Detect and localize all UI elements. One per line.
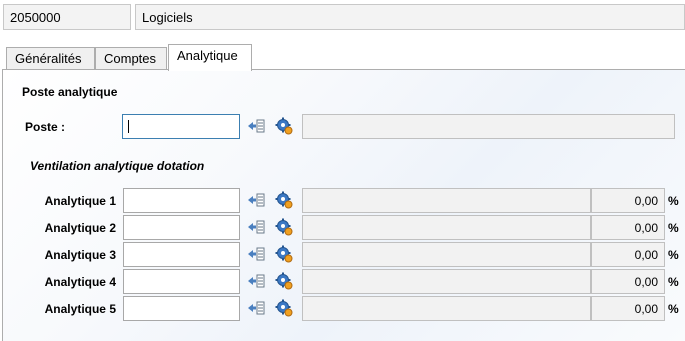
analytique-2-description: [302, 215, 591, 240]
gear-settings-icon[interactable]: [275, 191, 293, 209]
poste-section-title: Poste analytique: [22, 85, 118, 99]
tab-generalites-label: Généralités: [15, 51, 82, 66]
analytique-1-description: [302, 188, 591, 213]
gear-settings-icon[interactable]: [275, 117, 293, 135]
analytique-4-description: [302, 269, 591, 294]
tab-analytique[interactable]: Analytique: [168, 44, 252, 71]
gear-settings-icon[interactable]: [275, 218, 293, 236]
percent-sign: %: [668, 221, 679, 235]
percent-sign: %: [668, 194, 679, 208]
text-caret: [128, 120, 129, 133]
poste-input[interactable]: [122, 114, 240, 139]
analytique-3-label: Analytique 3: [44, 248, 116, 262]
analytique-2-label: Analytique 2: [44, 221, 116, 235]
list-lookup-icon[interactable]: [247, 272, 265, 290]
analytique-4-label: Analytique 4: [44, 275, 116, 289]
poste-label: Poste :: [25, 120, 66, 134]
analytique-5-percent[interactable]: 0,00: [591, 296, 665, 321]
analytique-3-input[interactable]: [123, 242, 240, 267]
analytique-5-input[interactable]: [123, 296, 240, 321]
analytique-5-label: Analytique 5: [44, 302, 116, 316]
analytique-2-percent[interactable]: 0,00: [591, 215, 665, 240]
percent-sign: %: [668, 302, 679, 316]
analytique-4-percent[interactable]: 0,00: [591, 269, 665, 294]
analytique-3-description: [302, 242, 591, 267]
percent-sign: %: [668, 248, 679, 262]
ventilation-section-title: Ventilation analytique dotation: [30, 159, 205, 173]
account-header: 2050000 Logiciels: [0, 0, 685, 36]
analytique-5-description: [302, 296, 591, 321]
account-code-field[interactable]: 2050000: [3, 4, 131, 30]
tab-comptes[interactable]: Comptes: [95, 47, 167, 70]
analytique-2-input[interactable]: [123, 215, 240, 240]
list-lookup-icon[interactable]: [247, 191, 265, 209]
account-name-field[interactable]: Logiciels: [135, 4, 685, 30]
analytique-1-percent[interactable]: 0,00: [591, 188, 665, 213]
list-lookup-icon[interactable]: [247, 245, 265, 263]
list-lookup-icon[interactable]: [247, 117, 265, 135]
tab-analytique-label: Analytique: [177, 48, 238, 63]
analytique-4-input[interactable]: [123, 269, 240, 294]
analytique-3-percent[interactable]: 0,00: [591, 242, 665, 267]
tab-bar: Généralités Comptes Analytique: [0, 44, 685, 71]
analytique-panel: Poste analytique Poste : Ventilation ana…: [2, 69, 685, 341]
gear-settings-icon[interactable]: [275, 272, 293, 290]
tab-generalites[interactable]: Généralités: [6, 47, 95, 70]
gear-settings-icon[interactable]: [275, 299, 293, 317]
poste-description-field: [302, 114, 675, 139]
list-lookup-icon[interactable]: [247, 299, 265, 317]
gear-settings-icon[interactable]: [275, 245, 293, 263]
percent-sign: %: [668, 275, 679, 289]
analytique-1-input[interactable]: [123, 188, 240, 213]
tab-comptes-label: Comptes: [104, 51, 157, 66]
list-lookup-icon[interactable]: [247, 218, 265, 236]
analytique-1-label: Analytique 1: [44, 194, 116, 208]
